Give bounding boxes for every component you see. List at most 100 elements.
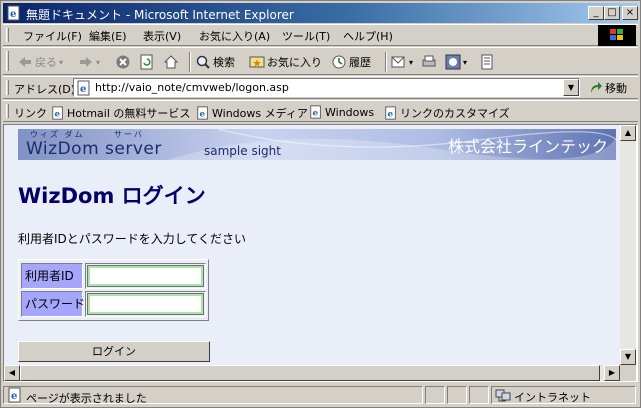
link-customize[interactable]: e リンクのカスタマイズ xyxy=(384,105,510,121)
link-windows-media[interactable]: e Windows メディア xyxy=(196,105,308,121)
horizontal-scrollbar[interactable]: ◀ ▶ xyxy=(4,365,620,381)
stop-button[interactable] xyxy=(115,52,131,72)
brand-tagline: sample sight xyxy=(204,144,281,158)
address-label: アドレス(D) xyxy=(14,83,76,96)
scroll-down-icon[interactable]: ▼ xyxy=(620,349,636,365)
ie-page-icon: e xyxy=(7,5,20,21)
toolbar-grip[interactable] xyxy=(6,51,9,71)
password-label: パスワード xyxy=(21,291,85,317)
password-field[interactable] xyxy=(87,293,204,315)
back-button[interactable]: 戻る ▾ xyxy=(17,52,63,72)
svg-text:e: e xyxy=(55,110,61,120)
vertical-scrollbar[interactable]: ▲ ▼ xyxy=(620,125,636,365)
status-panel: e ページが表示されました xyxy=(3,386,423,405)
status-bar: e ページが表示されました イントラネット xyxy=(3,385,638,405)
mail-button[interactable]: ▾ xyxy=(391,52,413,72)
horizontal-scroll-thumb[interactable] xyxy=(20,365,600,381)
windows-logo xyxy=(598,25,636,46)
ie-page-icon: e xyxy=(8,387,21,403)
scroll-left-icon[interactable]: ◀ xyxy=(4,365,20,381)
browser-window: e 無題ドキュメント - Microsoft Internet Explorer… xyxy=(0,0,641,408)
menu-edit[interactable]: 編集(E) xyxy=(89,28,127,44)
maximize-button[interactable]: □ xyxy=(604,6,620,20)
edit-button[interactable]: ▾ xyxy=(445,52,467,72)
menu-tools[interactable]: ツール(T) xyxy=(282,28,330,44)
svg-text:e: e xyxy=(80,84,86,95)
menu-bar: ファイル(F) 編集(E) 表示(V) お気に入り(A) ツール(T) ヘルプ(… xyxy=(3,24,638,46)
close-button[interactable]: × xyxy=(622,6,638,20)
address-input[interactable]: e http://vaio_note/cmvweb/logon.asp ▼ xyxy=(73,78,580,97)
status-panel-empty xyxy=(425,386,445,404)
menu-view[interactable]: 表示(V) xyxy=(143,28,181,44)
scroll-up-icon[interactable]: ▲ xyxy=(620,125,636,141)
ie-page-icon: e xyxy=(197,106,208,120)
title-bar[interactable]: e 無題ドキュメント - Microsoft Internet Explorer… xyxy=(3,3,638,23)
home-button[interactable] xyxy=(163,52,179,72)
windows-logo-icon xyxy=(610,29,623,40)
site-banner: ウィズ ダム サーバ WizDom server sample sight 株式… xyxy=(18,129,616,160)
svg-text:e: e xyxy=(388,110,394,120)
links-grip[interactable] xyxy=(6,104,9,118)
status-text: ページが表示されました xyxy=(26,392,147,405)
link-label: Windows メディア xyxy=(212,107,308,120)
password-cell xyxy=(85,291,206,317)
link-label: Windows xyxy=(325,105,375,119)
forward-button[interactable]: ▾ xyxy=(78,52,100,72)
intranet-icon xyxy=(495,389,511,402)
print-button[interactable] xyxy=(421,52,437,72)
user-id-field[interactable] xyxy=(87,265,204,287)
user-id-label: 利用者ID xyxy=(21,263,83,289)
ie-page-icon: e xyxy=(310,105,321,119)
standard-toolbar: 戻る ▾ ▾ 検索 お気に入り 履歴 ▾ ▾ xyxy=(3,47,638,75)
login-form: 利用者ID パスワード xyxy=(18,259,209,321)
login-button[interactable]: ログイン xyxy=(18,341,210,362)
menu-favorites[interactable]: お気に入り(A) xyxy=(199,28,270,44)
go-label: 移動 xyxy=(605,82,627,95)
discuss-button[interactable] xyxy=(479,52,495,72)
link-hotmail[interactable]: e Hotmail の無料サービス xyxy=(51,105,190,121)
address-url: http://vaio_note/cmvweb/logon.asp xyxy=(95,81,289,94)
mail-icon xyxy=(391,56,405,68)
web-page: ウィズ ダム サーバ WizDom server sample sight 株式… xyxy=(4,125,620,365)
svg-text:e: e xyxy=(11,391,17,402)
back-dropdown-icon[interactable]: ▾ xyxy=(59,58,63,67)
history-button[interactable]: 履歴 xyxy=(331,52,371,72)
menu-grip[interactable] xyxy=(6,28,9,42)
forward-dropdown-icon[interactable]: ▾ xyxy=(96,58,100,67)
link-label: Hotmail の無料サービス xyxy=(67,107,191,120)
page-title: WizDom ログイン xyxy=(18,184,206,208)
link-windows[interactable]: e Windows xyxy=(309,105,374,119)
history-label: 履歴 xyxy=(349,56,371,69)
back-arrow-icon xyxy=(19,57,31,67)
discuss-icon xyxy=(481,54,493,70)
favorites-label: お気に入り xyxy=(267,56,322,69)
user-id-cell xyxy=(85,263,206,289)
search-icon xyxy=(196,55,210,69)
status-panel-empty xyxy=(447,386,467,404)
address-dropdown-icon[interactable]: ▼ xyxy=(563,79,579,96)
menu-file[interactable]: ファイル(F) xyxy=(23,28,82,44)
menu-help[interactable]: ヘルプ(H) xyxy=(343,28,393,44)
edit-dropdown-icon[interactable]: ▾ xyxy=(463,58,467,67)
refresh-button[interactable] xyxy=(139,52,155,72)
window-title: 無題ドキュメント - Microsoft Internet Explorer xyxy=(26,8,294,22)
svg-text:e: e xyxy=(313,109,319,119)
security-zone: イントラネット xyxy=(514,391,591,404)
stop-icon xyxy=(116,55,130,69)
zone-panel: イントラネット xyxy=(491,386,636,404)
address-grip[interactable] xyxy=(6,80,9,95)
forward-arrow-icon xyxy=(80,57,92,67)
svg-text:e: e xyxy=(200,110,206,120)
links-label: リンク xyxy=(14,107,47,120)
company-name: 株式会社ラインテック xyxy=(447,137,608,156)
favorites-button[interactable]: お気に入り xyxy=(249,52,322,72)
address-bar: アドレス(D) e http://vaio_note/cmvweb/logon.… xyxy=(3,76,638,99)
go-button[interactable]: 移動 xyxy=(589,80,627,96)
status-panel-empty xyxy=(469,386,489,404)
mail-dropdown-icon[interactable]: ▾ xyxy=(409,58,413,67)
scroll-right-icon[interactable]: ▶ xyxy=(604,365,620,381)
minimize-button[interactable]: _ xyxy=(588,6,604,20)
toolbar-separator xyxy=(189,52,191,72)
ie-page-icon: e xyxy=(52,106,63,120)
search-button[interactable]: 検索 xyxy=(195,52,235,72)
